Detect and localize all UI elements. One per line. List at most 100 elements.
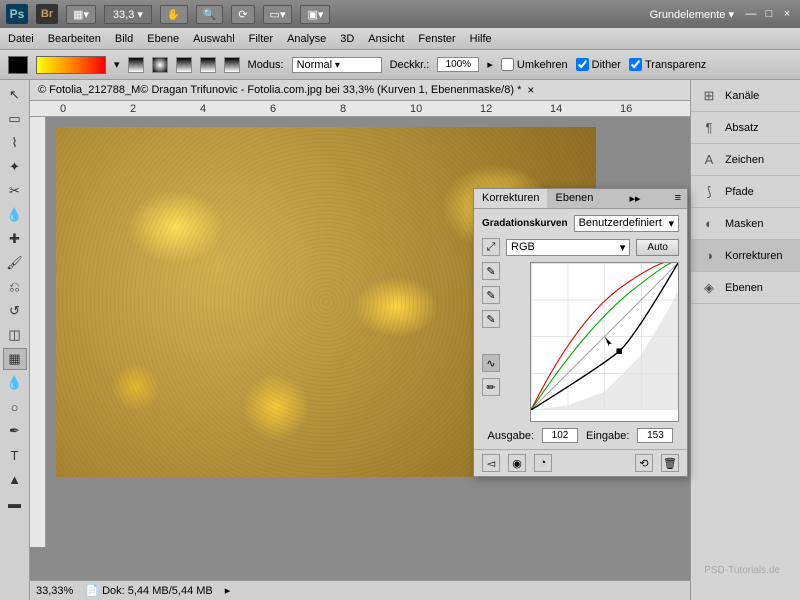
gradient-dropdown-icon[interactable]: ▾ (114, 58, 120, 71)
panel-menu-icon[interactable]: ≡ (669, 189, 687, 208)
reverse-checkbox[interactable]: Umkehren (501, 58, 568, 71)
opacity-label: Deckkr.: (390, 59, 430, 71)
document-tab[interactable]: © Fotolia_212788_M© Dragan Trifunovic - … (30, 80, 690, 101)
gradient-picker[interactable] (36, 56, 106, 74)
maximize-button[interactable]: □ (762, 7, 776, 21)
panel-masken[interactable]: ◐Masken (691, 208, 800, 240)
radial-gradient-icon[interactable] (152, 57, 168, 73)
eyedropper-black-icon[interactable]: ✎ (482, 262, 500, 280)
layers-icon: ◈ (701, 280, 717, 296)
layout-dropdown[interactable]: ▦▾ (66, 5, 96, 24)
curves-graph[interactable] (530, 262, 679, 422)
eyedropper-gray-icon[interactable]: ✎ (482, 286, 500, 304)
menu-auswahl[interactable]: Auswahl (193, 33, 235, 45)
curves-panel: Korrekturen Ebenen ▸▸ ≡ Gradationskurven… (473, 188, 688, 477)
heal-tool[interactable]: ✚ (3, 228, 27, 250)
pen-tool[interactable]: ✒ (3, 420, 27, 442)
photoshop-icon[interactable]: Ps (6, 4, 28, 24)
wand-tool[interactable]: ✦ (3, 156, 27, 178)
panel-ebenen[interactable]: ◈Ebenen (691, 272, 800, 304)
credit-watermark: PSD-Tutorials.de (704, 565, 780, 576)
options-bar: ▾ Modus: Normal ▾ Deckkr.: 100% ▸ Umkehr… (0, 50, 800, 80)
eyedropper-tool[interactable]: 💧 (3, 204, 27, 226)
preset-dropdown[interactable]: Benutzerdefiniert▾ (574, 215, 679, 232)
bridge-icon[interactable]: Br (36, 4, 58, 24)
diamond-gradient-icon[interactable] (224, 57, 240, 73)
panel-korrekturen[interactable]: ◑Korrekturen (691, 240, 800, 272)
screen-mode-dropdown[interactable]: ▣▾ (300, 5, 330, 24)
minimize-button[interactable]: — (744, 7, 758, 21)
stamp-tool[interactable]: ⎌ (3, 276, 27, 298)
tool-preset[interactable] (8, 56, 28, 74)
menu-bearbeiten[interactable]: Bearbeiten (48, 33, 101, 45)
panel-dock: ⊞Kanäle ¶Absatz AZeichen ⟆Pfade ◐Masken … (690, 80, 800, 600)
menu-3d[interactable]: 3D (340, 33, 354, 45)
dither-checkbox[interactable]: Dither (576, 58, 621, 71)
opacity-input[interactable]: 100% (437, 57, 479, 72)
gradient-tool[interactable]: ▦ (3, 348, 27, 370)
panel-pfade[interactable]: ⟆Pfade (691, 176, 800, 208)
curve-tool-icon[interactable]: ∿ (482, 354, 500, 372)
trash-icon[interactable]: 🗑 (661, 454, 679, 472)
doc-size-status: 📄 Dok: 5,44 MB/5,44 MB (85, 584, 212, 597)
type-tool[interactable]: T (3, 444, 27, 466)
transparency-checkbox[interactable]: Transparenz (629, 58, 706, 71)
brush-tool[interactable]: 🖌 (3, 252, 27, 274)
panel-zeichen[interactable]: AZeichen (691, 144, 800, 176)
history-brush[interactable]: ↺ (3, 300, 27, 322)
menu-ansicht[interactable]: Ansicht (368, 33, 404, 45)
rotate-view-icon[interactable]: ⟳ (231, 5, 254, 24)
input-input[interactable] (637, 428, 673, 443)
close-button[interactable]: × (780, 7, 794, 21)
path-select[interactable]: ▲ (3, 468, 27, 490)
tab-close-icon[interactable]: × (527, 83, 534, 97)
tab-ebenen[interactable]: Ebenen (547, 189, 601, 208)
shape-tool[interactable]: ▬ (3, 492, 27, 514)
menu-ebene[interactable]: Ebene (147, 33, 179, 45)
masks-icon: ◐ (701, 216, 717, 232)
curves-title: Gradationskurven (482, 218, 568, 229)
reset-icon[interactable]: ⟲ (635, 454, 653, 472)
menu-datei[interactable]: Datei (8, 33, 34, 45)
input-label: Eingabe: (586, 430, 629, 442)
view-prev-icon[interactable]: ◉ (508, 454, 526, 472)
tab-korrekturen[interactable]: Korrekturen (474, 189, 547, 208)
document-title: © Fotolia_212788_M© Dragan Trifunovic - … (38, 84, 521, 96)
eyedropper-white-icon[interactable]: ✎ (482, 310, 500, 328)
paragraph-icon: ¶ (701, 120, 717, 136)
output-label: Ausgabe: (488, 430, 534, 442)
menu-analyse[interactable]: Analyse (287, 33, 326, 45)
move-tool[interactable]: ↖ (3, 84, 27, 106)
zoom-level[interactable]: 33,3 ▾ (104, 5, 152, 24)
menubar: Datei Bearbeiten Bild Ebene Auswahl Filt… (0, 28, 800, 50)
reflected-gradient-icon[interactable] (200, 57, 216, 73)
menu-fenster[interactable]: Fenster (418, 33, 455, 45)
menu-bild[interactable]: Bild (115, 33, 133, 45)
zoom-status[interactable]: 33,33% (36, 585, 73, 597)
menu-filter[interactable]: Filter (249, 33, 273, 45)
blend-mode-select[interactable]: Normal ▾ (292, 57, 382, 73)
angle-gradient-icon[interactable] (176, 57, 192, 73)
marquee-tool[interactable]: ▭ (3, 108, 27, 130)
auto-button[interactable]: Auto (636, 239, 679, 256)
arrange-dropdown[interactable]: ▭▾ (263, 5, 293, 24)
return-icon[interactable]: ◅ (482, 454, 500, 472)
output-input[interactable] (542, 428, 578, 443)
linear-gradient-icon[interactable] (128, 57, 144, 73)
target-adjust-icon[interactable]: ⤢ (482, 238, 500, 256)
dodge-tool[interactable]: ○ (3, 396, 27, 418)
pencil-tool-icon[interactable]: ✏ (482, 378, 500, 396)
crop-tool[interactable]: ✂ (3, 180, 27, 202)
eraser-tool[interactable]: ◫ (3, 324, 27, 346)
lasso-tool[interactable]: ⌇ (3, 132, 27, 154)
menu-hilfe[interactable]: Hilfe (470, 33, 492, 45)
zoom-tool-icon[interactable]: 🔍 (196, 5, 224, 24)
panel-expand-icon[interactable]: ▸▸ (623, 189, 646, 208)
hand-tool-icon[interactable]: ✋ (160, 5, 188, 24)
blur-tool[interactable]: 💧 (3, 372, 27, 394)
workspace-switcher[interactable]: Grundelemente ▾ (650, 8, 734, 21)
panel-absatz[interactable]: ¶Absatz (691, 112, 800, 144)
channel-dropdown[interactable]: RGB▾ (506, 239, 630, 256)
panel-kanaele[interactable]: ⊞Kanäle (691, 80, 800, 112)
clip-icon[interactable]: ◔ (534, 454, 552, 472)
